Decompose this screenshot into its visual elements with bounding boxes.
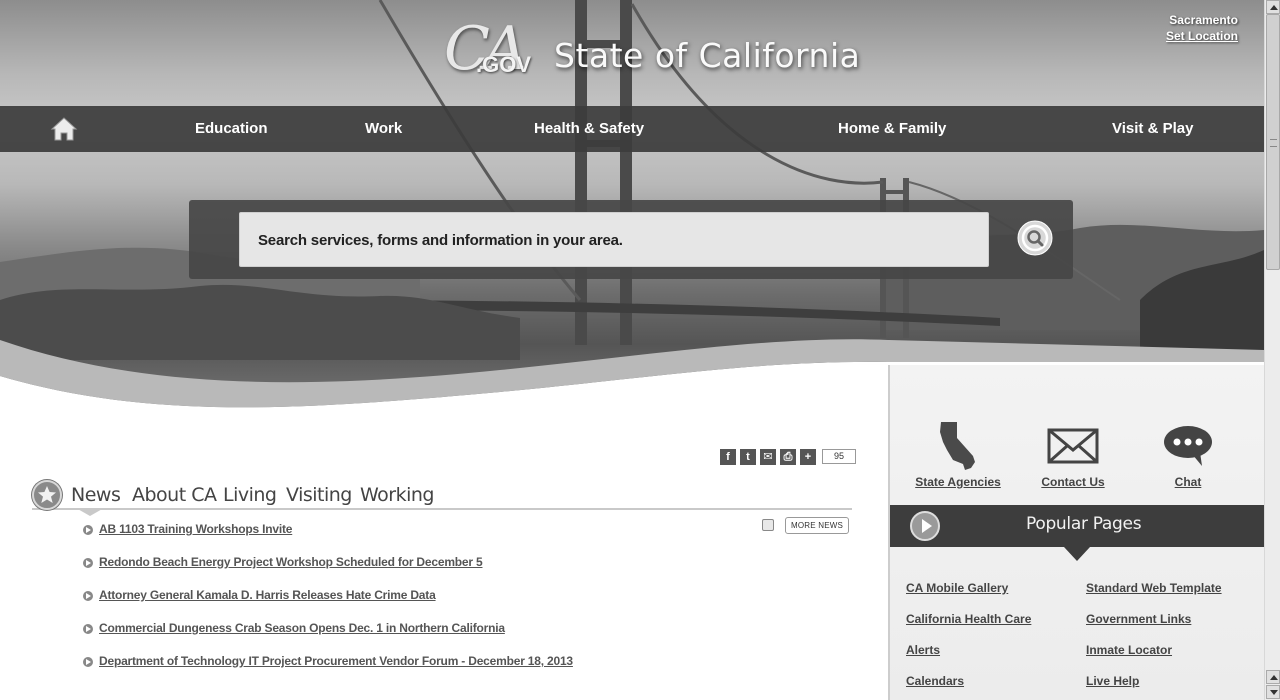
home-icon[interactable]: [50, 116, 78, 142]
bullet-arrow-icon: [83, 624, 93, 634]
search-input[interactable]: Search services, forms and information i…: [239, 212, 989, 267]
add-icon[interactable]: +: [800, 449, 816, 465]
scroll-down-button[interactable]: [1266, 685, 1280, 699]
quick-link-contact-us[interactable]: Contact Us: [1023, 420, 1123, 489]
search-panel: Search services, forms and information i…: [189, 200, 1073, 279]
envelope-icon: [1023, 420, 1123, 472]
location-city: Sacramento: [1169, 13, 1238, 27]
main-content: f t ✉ ⎙ + 95 News About CA Living Visiti…: [0, 410, 888, 700]
chat-link: Chat: [1174, 475, 1202, 489]
tab-living[interactable]: Living: [223, 484, 277, 506]
logo-gov-text: .GOV: [476, 52, 532, 77]
bullet-arrow-icon: [83, 558, 93, 568]
bullet-arrow-icon: [83, 525, 93, 535]
popular-link-ca-mobile-gallery[interactable]: CA Mobile Gallery: [906, 581, 1008, 595]
site-title: State of California: [554, 36, 861, 75]
active-tab-pointer: [76, 508, 104, 516]
hero-banner: CA .GOV State of California Sacramento S…: [0, 0, 1264, 410]
news-link[interactable]: Commercial Dungeness Crab Season Opens D…: [99, 621, 505, 635]
vertical-scrollbar[interactable]: [1264, 0, 1280, 700]
popular-link-government-links[interactable]: Government Links: [1086, 612, 1191, 626]
search-icon[interactable]: [1017, 220, 1053, 256]
bullet-arrow-icon: [83, 657, 93, 667]
chat-bubble-icon: [1138, 420, 1238, 472]
news-link[interactable]: Attorney General Kamala D. Harris Releas…: [99, 588, 436, 602]
popular-pages-header: Popular Pages: [890, 505, 1266, 547]
star-icon: [32, 480, 62, 510]
popular-link-california-health-care[interactable]: California Health Care: [906, 612, 1031, 626]
scroll-up-button-bottom[interactable]: [1266, 670, 1280, 684]
popular-pages-pointer: [1064, 547, 1090, 561]
email-icon[interactable]: ✉: [760, 449, 776, 465]
ca-gov-logo[interactable]: CA .GOV State of California: [440, 14, 860, 84]
scroll-grip-icon: [1270, 139, 1277, 147]
news-link[interactable]: Redondo Beach Energy Project Workshop Sc…: [99, 555, 483, 569]
quick-link-chat[interactable]: Chat: [1138, 420, 1238, 489]
bullet-arrow-icon: [83, 591, 93, 601]
tab-working[interactable]: Working: [360, 484, 435, 506]
rss-icon[interactable]: [762, 519, 774, 531]
nav-item-education[interactable]: Education: [195, 120, 268, 137]
quick-link-state-agencies[interactable]: State Agencies: [908, 420, 1008, 489]
play-icon[interactable]: [910, 511, 940, 541]
tab-visiting[interactable]: Visiting: [286, 484, 352, 506]
nav-item-health-safety[interactable]: Health & Safety: [534, 120, 644, 137]
california-map-icon: [908, 420, 1008, 472]
print-icon[interactable]: ⎙: [780, 449, 796, 465]
tab-about-ca[interactable]: About CA: [132, 484, 217, 506]
more-news-button[interactable]: MORE NEWS: [785, 517, 850, 534]
popular-link-alerts[interactable]: Alerts: [906, 643, 940, 657]
popular-pages-title: Popular Pages: [1026, 514, 1142, 534]
main-nav: Education Work Health & Safety Home & Fa…: [0, 106, 1264, 152]
popular-link-calendars[interactable]: Calendars: [906, 674, 964, 688]
twitter-icon[interactable]: t: [740, 449, 756, 465]
search-placeholder: Search services, forms and information i…: [258, 232, 623, 249]
share-count: 95: [822, 449, 856, 464]
scroll-up-button[interactable]: [1266, 0, 1280, 14]
tab-news[interactable]: News: [71, 484, 121, 506]
popular-link-standard-web-template[interactable]: Standard Web Template: [1086, 581, 1222, 595]
news-link[interactable]: Department of Technology IT Project Proc…: [99, 654, 573, 668]
nav-item-home-family[interactable]: Home & Family: [838, 120, 946, 137]
popular-link-live-help[interactable]: Live Help: [1086, 674, 1139, 688]
contact-us-link: Contact Us: [1041, 475, 1105, 489]
nav-item-work[interactable]: Work: [365, 120, 402, 137]
popular-link-inmate-locator[interactable]: Inmate Locator: [1086, 643, 1172, 657]
scroll-thumb[interactable]: [1266, 14, 1280, 270]
facebook-icon[interactable]: f: [720, 449, 736, 465]
state-agencies-link: State Agencies: [915, 475, 1001, 489]
set-location-link[interactable]: Set Location: [1166, 28, 1238, 44]
location-widget: Sacramento Set Location: [1166, 12, 1238, 44]
nav-item-visit-play[interactable]: Visit & Play: [1112, 120, 1193, 137]
content-tabs: News About CA Living Visiting Working: [32, 480, 852, 516]
news-link[interactable]: AB 1103 Training Workshops Invite: [99, 522, 292, 536]
sidebar: State Agencies Contact Us Chat Popular P…: [888, 365, 1266, 700]
